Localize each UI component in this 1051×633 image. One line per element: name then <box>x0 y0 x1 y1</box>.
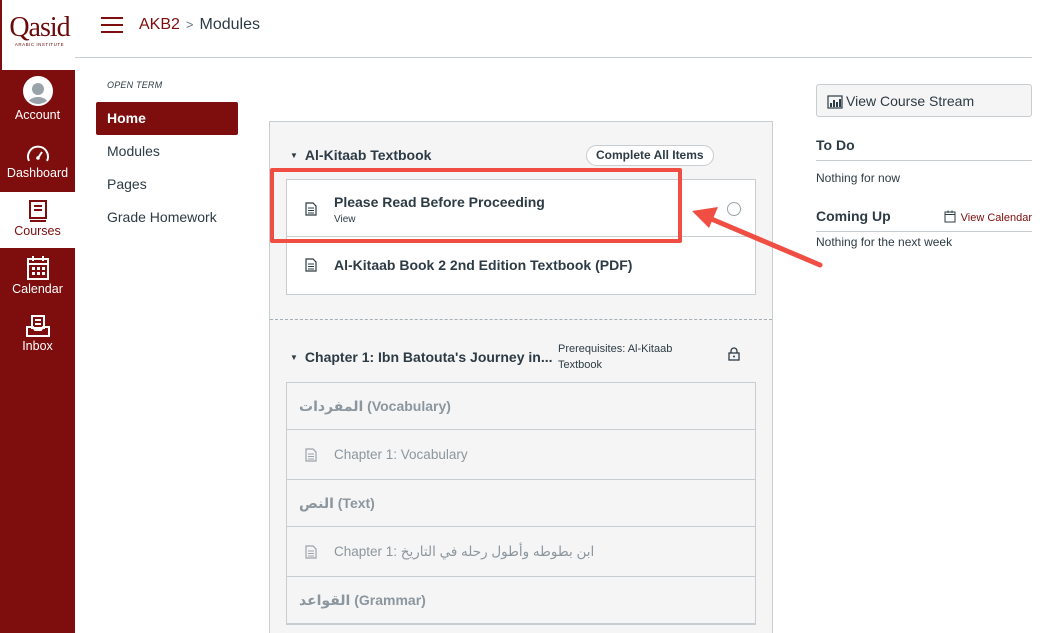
calendar-icon <box>26 256 49 280</box>
document-icon <box>305 545 317 559</box>
module-title-text: Chapter 1: Ibn Batouta's Journey in... <box>304 349 553 365</box>
item-title: Chapter 1: ابن بطوطه وأطول رحله في التار… <box>334 544 595 559</box>
global-nav-courses[interactable]: Courses <box>0 192 75 248</box>
subheader-row: النص (Text) <box>287 480 755 527</box>
term-label: OPEN TERM <box>107 80 163 90</box>
view-course-stream-button[interactable]: View Course Stream <box>816 84 1032 117</box>
complete-all-items-button[interactable]: Complete All Items <box>586 145 714 166</box>
stream-chart-icon <box>827 95 843 109</box>
courses-icon <box>28 200 47 222</box>
global-nav-label: Dashboard <box>6 166 69 180</box>
highlight-box <box>270 168 682 243</box>
subheader-text: القواعد (Grammar) <box>299 592 426 608</box>
collapse-triangle-icon: ▼ <box>290 151 298 160</box>
course-nav-modules[interactable]: Modules <box>96 135 238 168</box>
global-nav-label: Courses <box>14 224 61 238</box>
breadcrumb-current: Modules <box>199 16 260 33</box>
subheader-text: النص (Text) <box>299 495 375 511</box>
document-icon <box>305 258 317 272</box>
subheader-text: المفردات (Vocabulary) <box>299 398 451 414</box>
module-title-text: Al-Kitaab Textbook <box>304 147 432 163</box>
view-course-stream-label: View Course Stream <box>846 93 975 109</box>
inbox-icon <box>25 315 50 337</box>
module-item-locked: Chapter 1: Vocabulary <box>287 430 755 480</box>
todo-heading: To Do <box>816 137 1032 161</box>
module-item-locked: Chapter 1: ابن بطوطه وأطول رحله في التار… <box>287 527 755 577</box>
module-items-locked: المفردات (Vocabulary) Chapter 1: Vocabul… <box>286 382 756 625</box>
course-nav: OPEN TERM Home Modules Pages Grade Homew… <box>96 80 238 234</box>
right-sidebar: View Course Stream To Do Nothing for now… <box>816 84 1032 249</box>
lock-icon <box>728 347 740 361</box>
coming-up-empty-text: Nothing for the next week <box>816 235 953 249</box>
global-nav-account[interactable]: Account <box>0 76 75 132</box>
course-nav-grade-homework[interactable]: Grade Homework <box>96 201 238 234</box>
dashboard-icon <box>26 145 49 162</box>
subheader-row: القواعد (Grammar) <box>287 577 755 624</box>
hamburger-menu-icon[interactable] <box>101 17 123 33</box>
global-nav-label: Account <box>14 108 61 122</box>
global-nav: Qasid ARABIC INSTITUTE Account Dashboard… <box>0 0 75 633</box>
course-nav-pages[interactable]: Pages <box>96 168 238 201</box>
logo[interactable]: Qasid ARABIC INSTITUTE <box>0 0 75 70</box>
global-nav-inbox[interactable]: Inbox <box>0 315 75 363</box>
breadcrumb: AKB2 > Modules <box>139 16 260 34</box>
todo-empty-text: Nothing for now <box>816 171 901 185</box>
course-nav-home[interactable]: Home <box>96 102 238 135</box>
logo-subtext: ARABIC INSTITUTE <box>14 42 65 47</box>
logo-text: Qasid <box>9 12 70 43</box>
view-calendar-label: View Calendar <box>960 212 1032 224</box>
annotation-arrow-icon <box>692 207 823 268</box>
avatar <box>22 76 53 106</box>
item-title-link[interactable]: Al-Kitaab Book 2 2nd Edition Textbook (P… <box>334 257 632 273</box>
subheader-row: المفردات (Vocabulary) <box>287 383 755 430</box>
coming-up-heading: Coming Up View Calendar <box>816 208 1032 232</box>
item-title: Chapter 1: Vocabulary <box>334 447 468 462</box>
prerequisites-label: Prerequisites: Al-Kitaab Textbook <box>558 343 673 371</box>
module-divider <box>270 319 772 320</box>
module-title[interactable]: ▼ Chapter 1: Ibn Batouta's Journey in... <box>290 349 553 365</box>
coming-up-heading-text: Coming Up <box>816 208 891 224</box>
calendar-small-icon <box>944 210 956 223</box>
global-nav-label: Calendar <box>12 282 63 296</box>
todo-heading-text: To Do <box>816 137 855 153</box>
breadcrumb-separator: > <box>185 17 194 32</box>
page-header: AKB2 > Modules <box>75 0 1032 58</box>
breadcrumb-course-link[interactable]: AKB2 <box>139 16 180 33</box>
collapse-triangle-icon: ▼ <box>290 353 298 362</box>
view-calendar-link[interactable]: View Calendar <box>944 210 1032 224</box>
document-icon <box>305 448 317 462</box>
global-nav-calendar[interactable]: Calendar <box>0 256 75 312</box>
global-nav-label: Inbox <box>22 339 53 353</box>
module-title[interactable]: ▼ Al-Kitaab Textbook <box>290 147 431 163</box>
